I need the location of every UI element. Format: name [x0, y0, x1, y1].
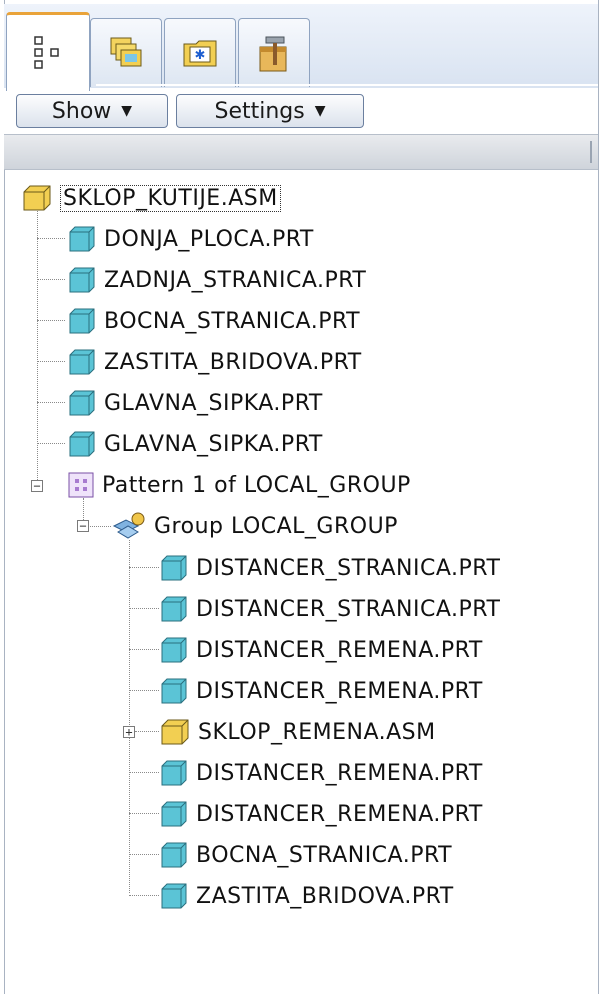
tree-node-root-assembly[interactable]: SKLOP_KUTIJE.ASM [22, 178, 281, 218]
tree-connector [37, 206, 38, 486]
tree-connector [37, 279, 65, 280]
tree-node-label: Pattern 1 of LOCAL_GROUP [102, 472, 411, 498]
tree-node-label: DISTANCER_REMENA.PRT [196, 801, 483, 827]
tree-node-part[interactable]: BOCNA_STRANICA.PRT [160, 835, 452, 875]
tree-node-label: SKLOP_KUTIJE.ASM [60, 184, 281, 212]
tree-connector [37, 320, 65, 321]
tree-node-label: GLAVNA_SIPKA.PRT [104, 390, 323, 416]
toolbar: Show ▼ Settings ▼ [4, 88, 598, 134]
part-icon [68, 226, 96, 252]
tree-node-label: ZASTITA_BRIDOVA.PRT [196, 883, 454, 909]
tree-node-part[interactable]: DISTANCER_STRANICA.PRT [160, 548, 500, 588]
tree-connector [129, 772, 159, 773]
model-tree-icon [33, 35, 63, 71]
tree-node-part[interactable]: GLAVNA_SIPKA.PRT [68, 383, 323, 423]
tree-connector [37, 402, 65, 403]
settings-button[interactable]: Settings ▼ [176, 94, 364, 128]
tab-favorites[interactable]: ✱ [164, 18, 236, 87]
show-button-label: Show [51, 98, 112, 124]
model-tree: SKLOP_KUTIJE.ASM DONJA_PLOCA.PRT ZADNJA_… [4, 168, 598, 994]
tab-model-tree[interactable] [6, 12, 90, 91]
tree-connector [129, 540, 130, 893]
part-icon [68, 349, 96, 375]
part-icon [160, 801, 188, 827]
tree-connector [135, 731, 159, 732]
part-icon [160, 596, 188, 622]
tree-node-part[interactable]: BOCNA_STRANICA.PRT [68, 301, 360, 341]
tree-node-part[interactable]: DISTANCER_STRANICA.PRT [160, 589, 500, 629]
part-icon [68, 267, 96, 293]
part-icon [160, 555, 188, 581]
column-header[interactable] [4, 134, 598, 170]
show-button[interactable]: Show ▼ [16, 94, 168, 128]
tab-layers[interactable] [90, 18, 162, 87]
dropdown-arrow-icon: ▼ [314, 103, 326, 119]
layers-icon [108, 35, 144, 71]
tree-node-label: DISTANCER_REMENA.PRT [196, 678, 483, 704]
assembly-icon [160, 718, 190, 746]
tree-node-label: DISTANCER_REMENA.PRT [196, 637, 483, 663]
tree-node-part[interactable]: DISTANCER_REMENA.PRT [160, 794, 483, 834]
tree-node-label: SKLOP_REMENA.ASM [198, 719, 436, 745]
tree-node-part[interactable]: DONJA_PLOCA.PRT [68, 219, 314, 259]
part-icon [68, 308, 96, 334]
tree-node-part[interactable]: DISTANCER_REMENA.PRT [160, 671, 483, 711]
part-icon [160, 883, 188, 909]
tree-node-label: ZADNJA_STRANICA.PRT [104, 267, 367, 293]
part-icon [160, 842, 188, 868]
tree-connector [37, 238, 65, 239]
column-resize-handle[interactable] [590, 141, 592, 163]
group-icon [112, 512, 146, 540]
svg-text:✱: ✱ [195, 48, 206, 63]
tree-connector [129, 690, 159, 691]
tree-connector [129, 854, 159, 855]
pattern-icon [68, 472, 94, 498]
tree-connector [129, 649, 159, 650]
tree-node-part[interactable]: ZASTITA_BRIDOVA.PRT [160, 876, 454, 916]
part-icon [160, 637, 188, 663]
tree-node-label: DONJA_PLOCA.PRT [104, 226, 314, 252]
collapse-toggle[interactable]: − [31, 480, 43, 492]
tree-connector [129, 813, 159, 814]
part-icon [68, 431, 96, 457]
tree-connector [37, 443, 65, 444]
tree-node-label: DISTANCER_STRANICA.PRT [196, 596, 501, 622]
expand-toggle[interactable]: + [123, 726, 135, 738]
tree-node-pattern[interactable]: Pattern 1 of LOCAL_GROUP [68, 465, 411, 505]
tree-connector [37, 361, 65, 362]
tree-node-label: BOCNA_STRANICA.PRT [104, 308, 361, 334]
tree-connector [129, 567, 159, 568]
tree-node-part[interactable]: DISTANCER_REMENA.PRT [160, 753, 483, 793]
tree-node-group[interactable]: Group LOCAL_GROUP [112, 506, 398, 546]
tree-node-part[interactable]: ZASTITA_BRIDOVA.PRT [68, 342, 362, 382]
favorites-folder-icon: ✱ [182, 36, 218, 70]
tree-node-part[interactable]: DISTANCER_REMENA.PRT [160, 630, 483, 670]
assembly-icon [22, 184, 52, 212]
tree-node-label: GLAVNA_SIPKA.PRT [104, 431, 323, 457]
tree-node-part[interactable]: GLAVNA_SIPKA.PRT [68, 424, 323, 464]
collapse-toggle[interactable]: − [77, 520, 89, 532]
dropdown-arrow-icon: ▼ [121, 103, 133, 119]
part-icon [160, 678, 188, 704]
tree-node-label: BOCNA_STRANICA.PRT [196, 842, 453, 868]
part-icon [68, 390, 96, 416]
tree-node-label: DISTANCER_STRANICA.PRT [196, 555, 501, 581]
tools-hammer-icon [256, 33, 292, 73]
tab-tools[interactable] [238, 18, 310, 87]
tree-node-part[interactable]: ZADNJA_STRANICA.PRT [68, 260, 366, 300]
tab-strip: ✱ [4, 4, 598, 91]
tab-underline [96, 84, 598, 86]
tree-node-subassembly[interactable]: SKLOP_REMENA.ASM [160, 712, 436, 752]
tree-node-label: ZASTITA_BRIDOVA.PRT [104, 349, 362, 375]
part-icon [160, 760, 188, 786]
tree-node-label: DISTANCER_REMENA.PRT [196, 760, 483, 786]
tree-connector [129, 895, 159, 896]
settings-button-label: Settings [214, 98, 305, 124]
tree-connector [129, 608, 159, 609]
tree-node-label: Group LOCAL_GROUP [154, 513, 398, 539]
